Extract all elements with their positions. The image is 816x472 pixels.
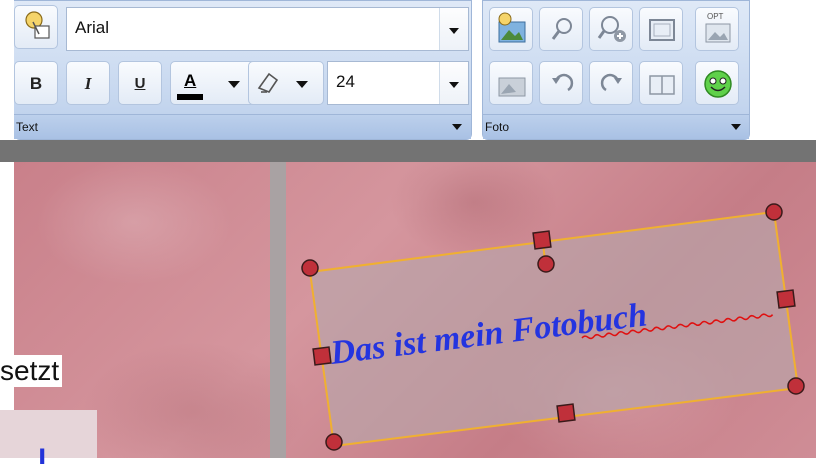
split-view-icon: [649, 75, 675, 95]
zoom-in-icon: [597, 16, 626, 42]
text-panel-expand-icon[interactable]: [452, 124, 462, 130]
font-color-dropdown-arrow[interactable]: [228, 81, 240, 88]
bold-button[interactable]: B: [14, 61, 58, 105]
foto-panel-expand-icon[interactable]: [731, 124, 741, 130]
font-color-button[interactable]: A: [170, 61, 258, 105]
chevron-down-icon: [449, 28, 459, 34]
zoom-out-button[interactable]: [539, 7, 583, 51]
frame-icon: [649, 19, 675, 41]
redo-rotate-button[interactable]: [589, 61, 633, 105]
text-panel-label: Text: [16, 120, 39, 134]
undo-rotate-icon: [552, 73, 574, 92]
opt-photo-button[interactable]: OPT: [695, 7, 739, 51]
insert-photo-button[interactable]: [489, 7, 533, 51]
cropped-preview-glyph: ı: [38, 438, 47, 471]
split-view-button[interactable]: [639, 61, 683, 105]
photobook-canvas[interactable]: Das ist mein Fotobuch: [14, 162, 816, 458]
redo-rotate-icon: [600, 73, 622, 92]
highlight-dropdown-arrow[interactable]: [296, 81, 308, 88]
resize-handle-left[interactable]: [312, 346, 332, 366]
highlight-icon: [257, 72, 279, 93]
resize-handle-top[interactable]: [532, 230, 552, 250]
font-name-dropdown[interactable]: Arial: [66, 7, 469, 51]
font-color-swatch: [177, 94, 203, 100]
photo-effect-button[interactable]: [489, 61, 533, 105]
text-panel: Arial B I U A 24 Text: [14, 0, 472, 140]
resize-handle-bottom-right[interactable]: [787, 377, 805, 395]
shapes-button[interactable]: [14, 5, 58, 49]
smiley-icon: [704, 70, 732, 98]
italic-button[interactable]: I: [66, 61, 110, 105]
underline-icon: U: [134, 75, 146, 92]
photo-effect-icon: [498, 77, 526, 97]
underline-button[interactable]: U: [118, 61, 162, 105]
foto-panel-footer: Foto: [483, 114, 749, 139]
foto-panel: OPT Foto: [482, 0, 750, 140]
zoom-out-icon: [551, 18, 572, 40]
chevron-down-icon: [449, 82, 459, 88]
cropped-preview-box: ı: [0, 410, 97, 471]
italic-icon: I: [84, 74, 92, 93]
resize-handle-bottom-left[interactable]: [325, 433, 343, 451]
frame-button[interactable]: [639, 7, 683, 51]
font-color-icon: A: [184, 71, 197, 90]
cropped-caption: setzt: [0, 355, 63, 387]
opt-photo-icon: [705, 23, 731, 43]
resize-handle-top-left[interactable]: [301, 259, 319, 277]
font-size-value: 24: [336, 72, 355, 91]
resize-handle-top-right[interactable]: [765, 203, 783, 221]
toolbar-divider-bar: [0, 140, 816, 162]
undo-rotate-button[interactable]: [539, 61, 583, 105]
highlight-button[interactable]: [248, 61, 324, 105]
text-panel-footer: Text: [14, 114, 471, 139]
textbox-overlay: Das ist mein Fotobuch: [301, 203, 805, 451]
font-name-value: Arial: [75, 18, 110, 37]
insert-photo-icon: [498, 12, 526, 43]
smiley-button[interactable]: [695, 61, 739, 105]
resize-handle-bottom[interactable]: [556, 403, 576, 423]
zoom-in-button[interactable]: [589, 7, 633, 51]
shapes-icon: [25, 11, 50, 39]
bold-icon: B: [29, 74, 43, 93]
font-size-dropdown-arrow[interactable]: [439, 62, 468, 104]
resize-handle-right[interactable]: [776, 289, 796, 309]
rotate-handle[interactable]: [537, 255, 555, 273]
font-size-dropdown[interactable]: 24: [327, 61, 469, 105]
font-dropdown-arrow[interactable]: [439, 8, 468, 50]
foto-panel-label: Foto: [485, 120, 510, 134]
